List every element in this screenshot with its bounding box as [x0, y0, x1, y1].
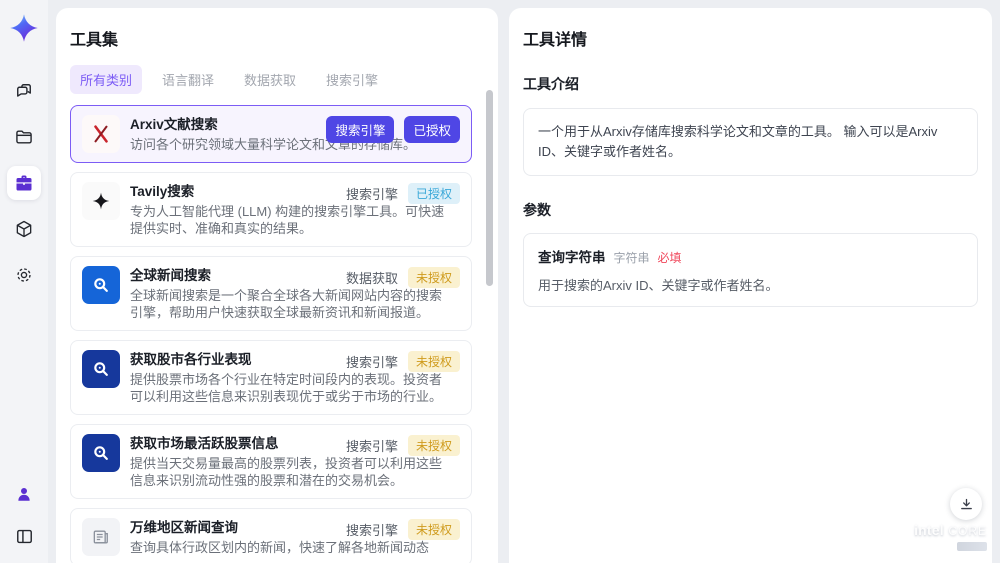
tool-status-badge: 未授权	[407, 351, 460, 372]
download-button[interactable]	[950, 488, 982, 520]
user-icon	[15, 485, 33, 503]
params-header: 参数	[523, 202, 551, 219]
tab-category-1[interactable]: 语言翻译	[152, 65, 224, 94]
sidebar-item-settings[interactable]	[7, 258, 41, 292]
core-brand-text: CORE	[948, 524, 987, 538]
tool-description: 查询具体行政区划内的新闻，快速了解各地新闻动态	[130, 540, 430, 555]
newspaper-icon	[82, 518, 120, 556]
param-item: 查询字符串 字符串 必填 用于搜索的Arxiv ID、关键字或作者姓名。	[523, 233, 978, 308]
tool-category-label: 搜索引擎	[345, 523, 398, 538]
tool-description: 专为人工智能代理 (LLM) 构建的搜索引擎工具。可快速提供实时、准确和真实的结…	[130, 204, 445, 236]
news-icon	[82, 266, 120, 304]
tool-status-badge: 已授权	[404, 116, 460, 143]
download-icon	[959, 497, 974, 512]
params-list: 查询字符串 字符串 必填 用于搜索的Arxiv ID、关键字或作者姓名。	[523, 233, 978, 308]
tab-category-2[interactable]: 数据获取	[234, 65, 306, 94]
tab-category-0[interactable]: 所有类别	[70, 65, 143, 94]
brand-badge-bar	[957, 542, 987, 551]
sidebar-nav	[7, 74, 41, 292]
sidebar-item-briefcase[interactable]	[7, 166, 41, 200]
arxiv-icon	[82, 115, 120, 153]
cube-icon	[14, 219, 34, 239]
tool-description: 全球新闻搜索是一个聚合全球各大新闻网站内容的搜索引擎，帮助用户快速获取全球最新资…	[130, 288, 443, 320]
tavily-icon	[82, 182, 120, 220]
tool-category-label: 搜索引擎	[345, 439, 398, 454]
tool-status-badge: 未授权	[407, 435, 460, 456]
detail-title: 工具详情	[523, 32, 588, 49]
param-type: 字符串	[613, 251, 650, 266]
tool-category-label: 搜索引擎	[345, 355, 398, 370]
category-tabs: 所有类别 语言翻译 数据获取 搜索引擎	[70, 65, 484, 94]
tool-status-badge: 未授权	[407, 519, 460, 540]
tool-tags: 搜索引擎 未授权	[346, 351, 460, 372]
tool-list-item[interactable]: 获取股市各行业表现 提供股票市场各个行业在特定时间段内的表现。投资者可以利用这些…	[70, 340, 472, 415]
main-area: 工具集 所有类别 语言翻译 数据获取 搜索引擎 Arxiv文献搜索 访问各个研究领域大…	[48, 0, 1000, 563]
intel-core-logo: intel CORE	[914, 522, 987, 551]
tool-list-item[interactable]: Tavily搜索 专为人工智能代理 (LLM) 构建的搜索引擎工具。可快速提供实…	[70, 172, 472, 247]
sidebar-item-cube[interactable]	[7, 212, 41, 246]
param-head: 查询字符串 字符串 必填	[538, 246, 963, 266]
sidebar-item-panel[interactable]	[7, 519, 41, 553]
chat-icon	[14, 81, 34, 101]
tool-list-panel: 工具集 所有类别 语言翻译 数据获取 搜索引擎 Arxiv文献搜索 访问各个研究领域大…	[56, 8, 498, 563]
page-title: 工具集	[70, 32, 119, 49]
tool-tags: 搜索引擎 已授权	[326, 116, 460, 143]
tool-category-label: 搜索引擎	[326, 116, 395, 143]
sidebar-bottom	[7, 477, 41, 553]
tool-list-item[interactable]: 获取市场最活跃股票信息 提供当天交易量最高的股票列表，投资者可以利用这些信息来识…	[70, 424, 472, 499]
tool-list-item[interactable]: 万维地区新闻查询 查询具体行政区划内的新闻，快速了解各地新闻动态 搜索引擎 未授…	[70, 508, 472, 563]
intro-header: 工具介绍	[523, 76, 579, 92]
sidebar-item-chat[interactable]	[7, 74, 41, 108]
tool-description: 提供股票市场各个行业在特定时间段内的表现。投资者可以利用这些信息来识别表现优于或…	[130, 372, 443, 404]
tool-list: Arxiv文献搜索 访问各个研究领域大量科学论文和文章的存储库。 搜索引擎 已授…	[70, 105, 484, 563]
tool-description: 提供当天交易量最高的股票列表，投资者可以利用这些信息来识别流动性强的股票和潜在的…	[130, 456, 443, 488]
settings-icon	[14, 265, 34, 285]
intel-brand-text: intel	[914, 522, 944, 538]
tool-tags: 搜索引擎 未授权	[346, 435, 460, 456]
sidebar-item-folder[interactable]	[7, 120, 41, 154]
tool-category-label: 数据获取	[345, 271, 398, 286]
tool-tags: 数据获取 未授权	[346, 267, 460, 288]
tool-intro-text: 一个用于从Arxiv存储库搜索科学论文和文章的工具。 输入可以是Arxiv ID…	[523, 108, 978, 177]
sidebar	[0, 0, 48, 563]
tab-category-3[interactable]: 搜索引擎	[316, 65, 388, 94]
tool-list-item[interactable]: Arxiv文献搜索 访问各个研究领域大量科学论文和文章的存储库。 搜索引擎 已授…	[70, 105, 472, 163]
stock-icon	[82, 434, 120, 472]
sidebar-item-user[interactable]	[7, 477, 41, 511]
app-logo-icon	[8, 12, 40, 44]
tool-tags: 搜索引擎 未授权	[346, 519, 460, 540]
stock-icon	[82, 350, 120, 388]
param-required-badge: 必填	[657, 251, 682, 266]
param-name: 查询字符串	[538, 250, 606, 266]
tool-status-badge: 未授权	[407, 267, 460, 288]
panel-icon	[15, 527, 34, 546]
tool-category-label: 搜索引擎	[345, 187, 398, 202]
scrollbar[interactable]	[486, 90, 493, 286]
folder-icon	[14, 127, 34, 147]
param-description: 用于搜索的Arxiv ID、关键字或作者姓名。	[538, 278, 779, 294]
tool-list-item[interactable]: 全球新闻搜索 全球新闻搜索是一个聚合全球各大新闻网站内容的搜索引擎，帮助用户快速…	[70, 256, 472, 331]
tool-status-badge: 已授权	[407, 183, 460, 204]
tool-detail-panel: 工具详情 工具介绍 一个用于从Arxiv存储库搜索科学论文和文章的工具。 输入可…	[509, 8, 992, 563]
tool-tags: 搜索引擎 已授权	[346, 183, 460, 204]
briefcase-icon	[14, 173, 34, 193]
